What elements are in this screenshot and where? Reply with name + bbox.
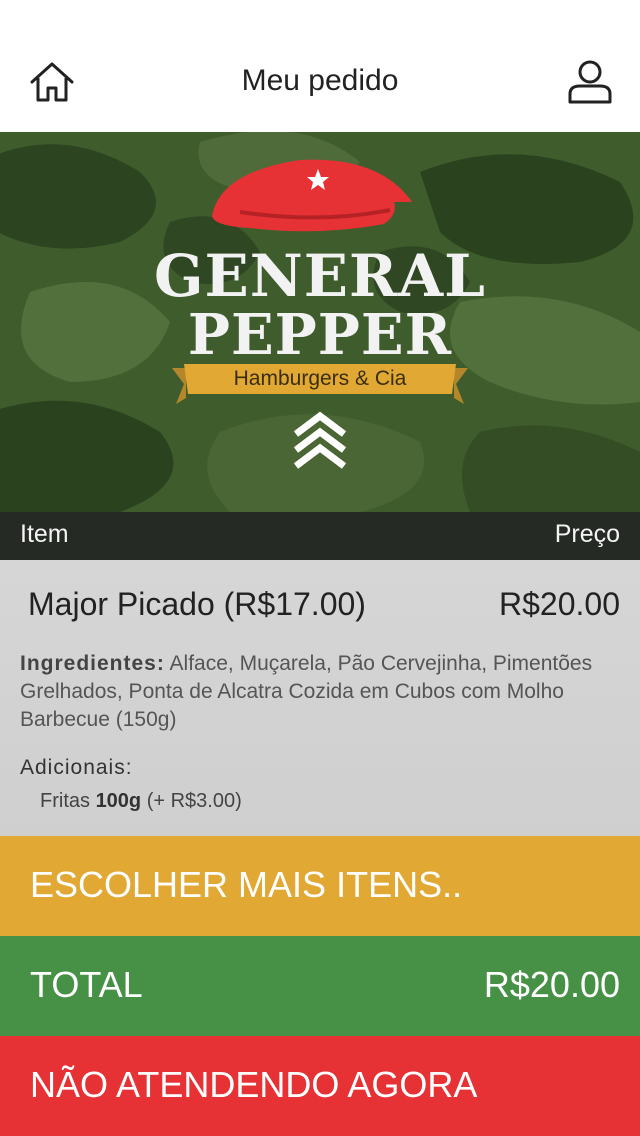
addition-qty: 100g [95,790,142,812]
item-ingredients: Ingredientes: Alface, Muçarela, Pão Cerv… [20,650,610,734]
choose-more-items-label: ESCOLHER MAIS ITENS.. [30,864,463,905]
addition-name: Fritas [40,790,90,812]
restaurant-banner: GENERAL PEPPER Hamburgers & Cia [0,132,640,512]
column-item-label: Item [20,520,69,548]
choose-more-items-button[interactable]: ESCOLHER MAIS ITENS.. [0,836,640,936]
ingredients-label: Ingredientes: [20,652,165,675]
item-name: Major Picado (R$17.00) [28,586,366,622]
brand-name-line1: GENERAL [154,242,486,310]
total-label: TOTAL [30,964,143,1005]
page-title: Meu pedido [241,64,399,97]
order-column-header: Item Preço [0,512,640,560]
brand-tagline: Hamburgers & Cia [233,367,407,390]
top-bar: Meu pedido [0,0,640,132]
total-bar: TOTAL R$20.00 [0,936,640,1036]
store-status-label: NÃO ATENDENDO AGORA [30,1064,478,1105]
store-status-button[interactable]: NÃO ATENDENDO AGORA [0,1036,640,1136]
addition-price: (+ R$3.00) [146,790,242,812]
brand-name-line2: PEPPER [187,302,453,368]
user-icon[interactable] [566,58,614,106]
total-value: R$20.00 [483,964,620,1005]
order-item[interactable]: Major Picado (R$17.00) R$20.00 Ingredien… [0,560,640,836]
item-price: R$20.00 [499,586,620,622]
additions-label: Adicionais: [20,756,133,779]
addition-item: Fritas 100g (+ R$3.00) [40,790,242,813]
column-price-label: Preço [554,520,620,548]
